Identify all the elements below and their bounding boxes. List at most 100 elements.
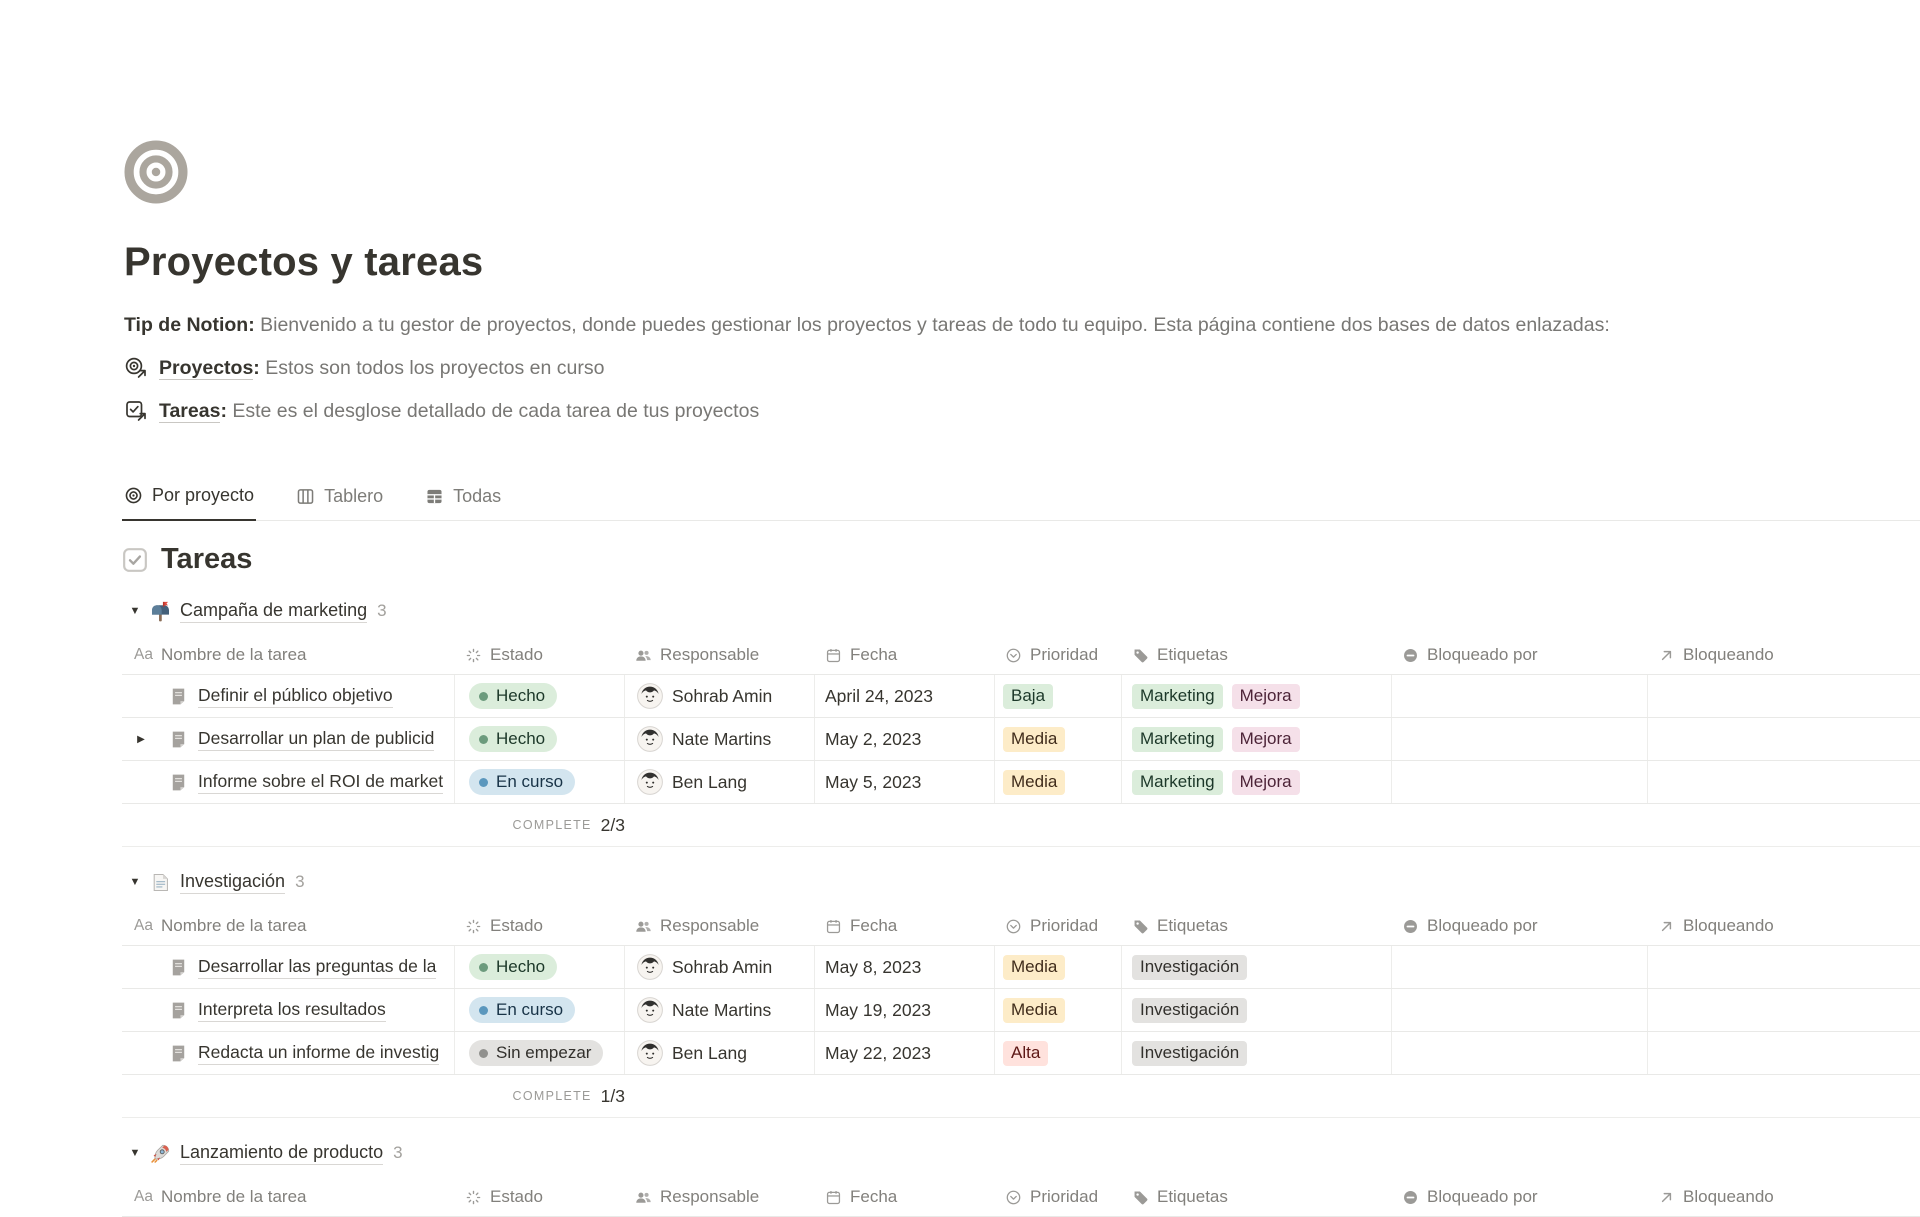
column-header-prioridad[interactable]: Prioridad <box>995 1178 1122 1216</box>
assignee-cell[interactable]: Nate Martins <box>625 989 815 1031</box>
priority-cell[interactable]: Media <box>995 989 1122 1031</box>
tags-cell[interactable]: MarketingMejora <box>1122 718 1392 760</box>
blocking-cell[interactable] <box>1648 675 1920 717</box>
priority-cell[interactable]: Media <box>995 946 1122 988</box>
group-title-link[interactable]: Lanzamiento de producto <box>180 1142 383 1165</box>
status-cell[interactable]: Hecho <box>455 718 625 760</box>
tab-tablero[interactable]: Tablero <box>294 480 385 520</box>
blocked-by-cell[interactable] <box>1392 675 1648 717</box>
date-cell[interactable]: May 8, 2023 <box>815 946 995 988</box>
status-icon <box>465 647 482 664</box>
blocking-cell[interactable] <box>1648 946 1920 988</box>
assignee-name: Sohrab Amin <box>672 686 772 707</box>
tag-pill: Marketing <box>1132 684 1223 709</box>
proyectos-link[interactable]: Proyectos <box>159 357 253 380</box>
priority-icon <box>1005 647 1022 664</box>
page-emoji-target-icon[interactable] <box>122 138 190 206</box>
column-header-fecha[interactable]: Fecha <box>815 907 995 945</box>
group-toggle-triangle[interactable]: ▼ <box>122 1147 148 1159</box>
column-header-responsable[interactable]: Responsable <box>625 907 815 945</box>
column-header-fecha[interactable]: Fecha <box>815 636 995 674</box>
status-cell[interactable]: Sin empezar <box>455 1032 625 1074</box>
task-name-cell[interactable]: Interpreta los resultados <box>122 989 455 1031</box>
blocking-cell[interactable] <box>1648 761 1920 803</box>
task-name-cell[interactable]: Informe sobre el ROI de market <box>122 761 455 803</box>
blocked-by-cell[interactable] <box>1392 718 1648 760</box>
status-cell[interactable]: En curso <box>455 761 625 803</box>
group-toggle-triangle[interactable]: ▼ <box>122 605 148 617</box>
page-icon <box>168 957 189 978</box>
column-header-prioridad[interactable]: Prioridad <box>995 636 1122 674</box>
column-header-bloqueando[interactable]: Bloqueando <box>1648 1178 1920 1216</box>
tags-cell[interactable]: MarketingMejora <box>1122 675 1392 717</box>
tab-todas[interactable]: Todas <box>423 480 503 520</box>
date-cell[interactable]: May 19, 2023 <box>815 989 995 1031</box>
column-header-fecha[interactable]: Fecha <box>815 1178 995 1216</box>
tab-label: Todas <box>453 486 501 507</box>
priority-cell[interactable]: Baja <box>995 675 1122 717</box>
column-label: Estado <box>490 916 543 936</box>
column-header-prioridad[interactable]: Prioridad <box>995 907 1122 945</box>
column-header-estado[interactable]: Estado <box>455 1178 625 1216</box>
column-header-bloqueado_por[interactable]: Bloqueado por <box>1392 907 1648 945</box>
date-cell[interactable]: May 22, 2023 <box>815 1032 995 1074</box>
column-header-etiquetas[interactable]: Etiquetas <box>1122 636 1392 674</box>
status-cell[interactable]: Hecho <box>455 675 625 717</box>
column-header-etiquetas[interactable]: Etiquetas <box>1122 1178 1392 1216</box>
priority-cell[interactable]: Media <box>995 718 1122 760</box>
column-header-responsable[interactable]: Responsable <box>625 636 815 674</box>
tab-por-proyecto[interactable]: Por proyecto <box>122 480 256 521</box>
task-name-cell[interactable]: ▶Desarrollar un plan de publicid <box>122 718 455 760</box>
task-name-cell[interactable]: Redacta un informe de investig <box>122 1032 455 1074</box>
blocked-by-cell[interactable] <box>1392 989 1648 1031</box>
task-name-cell[interactable]: Desarrollar las preguntas de la <box>122 946 455 988</box>
group-title-link[interactable]: Campaña de marketing <box>180 600 367 623</box>
status-cell[interactable]: Hecho <box>455 946 625 988</box>
status-cell[interactable]: En curso <box>455 989 625 1031</box>
priority-cell[interactable]: Media <box>995 761 1122 803</box>
blocking-cell[interactable] <box>1648 1032 1920 1074</box>
blocked-by-cell[interactable] <box>1392 1032 1648 1074</box>
column-header-nombre[interactable]: AaNombre de la tarea <box>122 1178 455 1216</box>
column-header-nombre[interactable]: AaNombre de la tarea <box>122 907 455 945</box>
column-label: Nombre de la tarea <box>161 1187 307 1207</box>
task-name-cell[interactable]: Definir el público objetivo <box>122 675 455 717</box>
column-header-etiquetas[interactable]: Etiquetas <box>1122 907 1392 945</box>
assignee-cell[interactable]: Nate Martins <box>625 718 815 760</box>
date-cell[interactable]: May 2, 2023 <box>815 718 995 760</box>
tags-cell[interactable]: MarketingMejora <box>1122 761 1392 803</box>
assignee-cell[interactable]: Ben Lang <box>625 761 815 803</box>
group-title-link[interactable]: Investigación <box>180 871 285 894</box>
assignee-name: Nate Martins <box>672 729 771 750</box>
column-header-bloqueando[interactable]: Bloqueando <box>1648 907 1920 945</box>
status-pill: En curso <box>469 769 575 795</box>
column-header-estado[interactable]: Estado <box>455 907 625 945</box>
tareas-link[interactable]: Tareas <box>159 400 220 423</box>
assignee-cell[interactable]: Sohrab Amin <box>625 946 815 988</box>
column-header-bloqueado_por[interactable]: Bloqueado por <box>1392 1178 1648 1216</box>
column-header-estado[interactable]: Estado <box>455 636 625 674</box>
assignee-cell[interactable]: Sohrab Amin <box>625 675 815 717</box>
expand-row-toggle[interactable]: ▶ <box>129 727 153 751</box>
column-header-bloqueado_por[interactable]: Bloqueado por <box>1392 636 1648 674</box>
column-header-nombre[interactable]: AaNombre de la tarea <box>122 636 455 674</box>
blocked-by-cell[interactable] <box>1392 761 1648 803</box>
group-aggregate-row: COMPLETE2/3 <box>122 804 1920 847</box>
blocked-icon <box>1402 647 1419 664</box>
group-toggle-triangle[interactable]: ▼ <box>122 876 148 888</box>
tags-cell[interactable]: Investigación <box>1122 989 1392 1031</box>
date-cell[interactable]: May 5, 2023 <box>815 761 995 803</box>
tags-cell[interactable]: Investigación <box>1122 946 1392 988</box>
column-header-bloqueando[interactable]: Bloqueando <box>1648 636 1920 674</box>
complete-aggregate[interactable]: COMPLETE1/3 <box>122 1075 637 1117</box>
complete-aggregate[interactable]: COMPLETE2/3 <box>122 804 637 846</box>
column-header-responsable[interactable]: Responsable <box>625 1178 815 1216</box>
date-cell[interactable]: April 24, 2023 <box>815 675 995 717</box>
priority-cell[interactable]: Alta <box>995 1032 1122 1074</box>
blocking-cell[interactable] <box>1648 989 1920 1031</box>
blocked-by-cell[interactable] <box>1392 946 1648 988</box>
assignee-cell[interactable]: Ben Lang <box>625 1032 815 1074</box>
tags-cell[interactable]: Investigación <box>1122 1032 1392 1074</box>
people-icon <box>635 1189 652 1206</box>
blocking-cell[interactable] <box>1648 718 1920 760</box>
